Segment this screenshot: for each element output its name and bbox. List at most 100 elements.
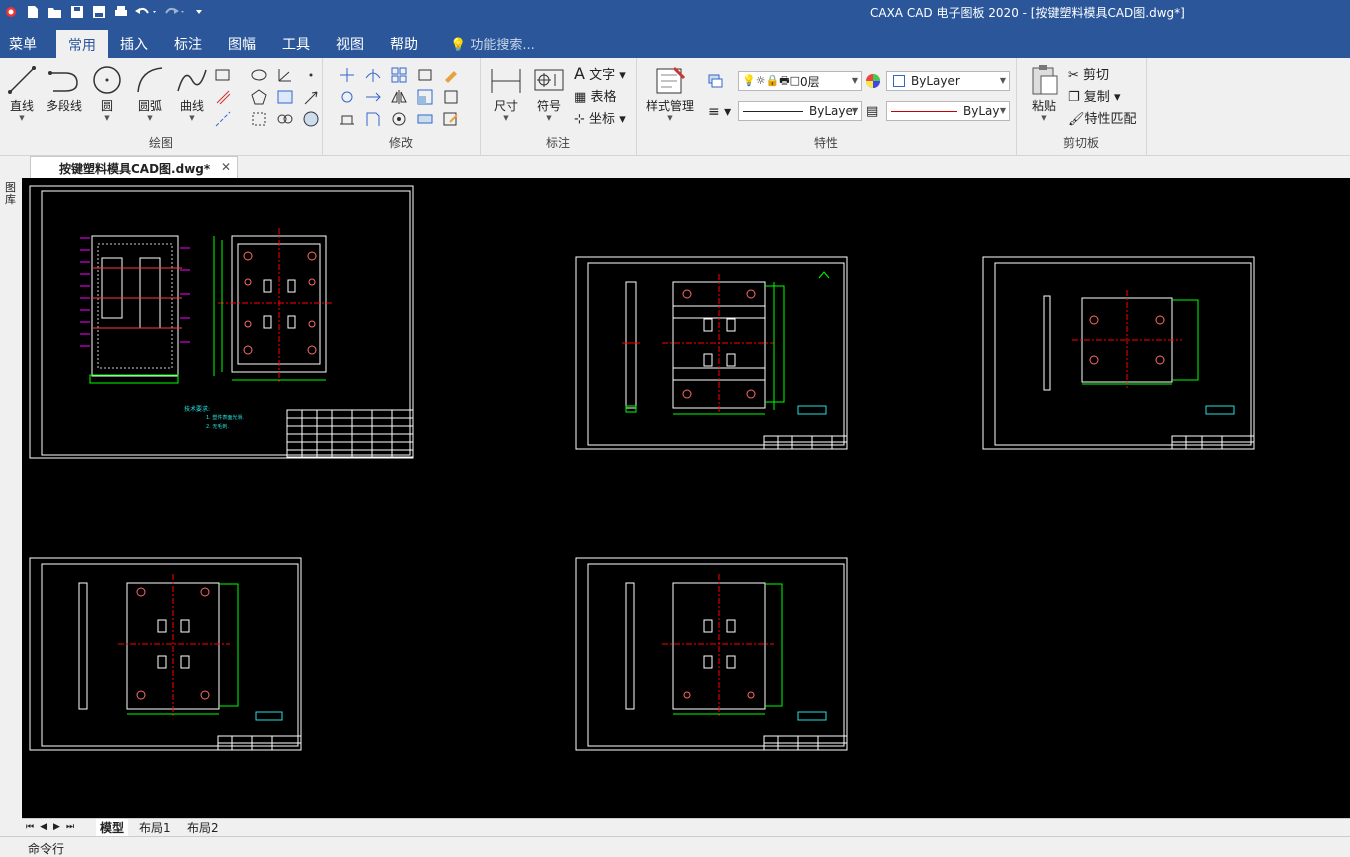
redo-icon[interactable] <box>160 2 188 22</box>
command-line[interactable]: 命令行 <box>0 836 1350 856</box>
color-wheel-icon[interactable] <box>864 72 882 90</box>
color-select[interactable]: ByLayer ▼ <box>886 71 1010 91</box>
open-file-icon[interactable] <box>44 2 66 22</box>
dimension-tool[interactable]: 尺寸 ▼ <box>486 64 526 122</box>
hatch-icon[interactable] <box>276 88 294 106</box>
sheet-3[interactable] <box>982 256 1255 450</box>
customize-qat-icon[interactable] <box>188 2 210 22</box>
feature-search[interactable]: 💡 功能搜索... <box>450 34 535 53</box>
move-icon[interactable] <box>338 66 356 84</box>
sheet-2[interactable] <box>575 256 848 450</box>
symbol-label: 符号 <box>536 99 561 113</box>
match-properties-button[interactable]: 🖌特性匹配 <box>1068 108 1137 127</box>
linetype-select[interactable]: ByLayer ▼ <box>738 101 862 121</box>
dimension-label: 尺寸 <box>493 99 518 113</box>
offset-icon[interactable] <box>390 110 408 128</box>
erase-icon[interactable] <box>442 66 460 84</box>
stretch-icon[interactable] <box>338 110 356 128</box>
clipboard-group: 粘贴 ▼ ✂ 剪切 ❐ 复制 ▾ 🖌特性匹配 剪切板 <box>1016 58 1147 155</box>
linetype-icon[interactable]: ≡ ▾ <box>708 104 731 120</box>
symbol-tool[interactable]: 符号 ▼ <box>529 64 569 122</box>
mirror-icon[interactable] <box>390 88 408 106</box>
coordinate-tool[interactable]: ⊹ 坐标 ▾ <box>574 108 626 127</box>
point-icon[interactable] <box>302 66 320 84</box>
modify-group: 修改 <box>322 58 481 155</box>
cloud-icon[interactable] <box>276 110 294 128</box>
edit-icon[interactable] <box>442 110 460 128</box>
sheet-4[interactable] <box>29 557 302 751</box>
window-title: CAXA CAD 电子图板 2020 - [按键塑料模具CAD图.dwg*] <box>870 6 1185 20</box>
menu-main[interactable]: 菜单 <box>9 34 37 54</box>
library-tab[interactable]: 图库 <box>5 182 17 206</box>
scissors-icon: ✂ <box>1068 68 1079 83</box>
break-icon[interactable] <box>416 110 434 128</box>
layer-props-icon[interactable] <box>706 72 724 90</box>
copy-button[interactable]: ❐ 复制 ▾ <box>1068 86 1120 105</box>
app-logo-icon[interactable] <box>0 2 22 22</box>
trim-icon[interactable] <box>364 66 382 84</box>
print-icon[interactable] <box>110 2 132 22</box>
document-tab-bar: 按键塑料模具CAD图.dwg* ✕ <box>0 156 1350 178</box>
new-file-icon[interactable] <box>22 2 44 22</box>
tab-sheet[interactable]: 图幅 <box>228 34 256 54</box>
line-tool[interactable]: 直线 ▼ <box>2 64 42 122</box>
cut-button[interactable]: ✂ 剪切 <box>1068 64 1109 83</box>
pointer-line-icon[interactable] <box>302 88 320 106</box>
save-icon[interactable] <box>66 2 88 22</box>
layer-select[interactable]: 💡☼🔒🖶□ 0层 ▼ <box>738 71 862 91</box>
undo-icon[interactable] <box>132 2 160 22</box>
layout-nav-arrows[interactable]: ⏮◀▶⏭ <box>26 822 80 832</box>
close-icon[interactable]: ✕ <box>221 160 231 174</box>
lineweight-icon[interactable]: ▤ <box>866 104 878 119</box>
table-tool[interactable]: ▦ 表格 <box>574 86 616 105</box>
layout-tab-model[interactable]: 模型 <box>96 819 129 836</box>
layout-tab-1[interactable]: 布局1 <box>139 819 171 836</box>
paste-icon <box>1024 64 1064 96</box>
tab-help[interactable]: 帮助 <box>390 34 418 54</box>
angle-line-icon[interactable] <box>276 66 294 84</box>
centerline-icon[interactable] <box>214 110 232 128</box>
ellipse-icon[interactable] <box>250 66 268 84</box>
tab-tools[interactable]: 工具 <box>282 34 310 54</box>
layer-state-icons: 💡☼🔒🖶□ <box>742 73 801 87</box>
tab-home[interactable]: 常用 <box>56 30 108 58</box>
wipeout-icon[interactable] <box>302 110 320 128</box>
paste-tool[interactable]: 粘贴 ▼ <box>1024 64 1064 122</box>
parallel-line-icon[interactable] <box>214 88 232 106</box>
layout-tab-bar: ⏮◀▶⏭ 模型 布局1 布局2 <box>22 818 1350 837</box>
rectangle-icon[interactable] <box>214 66 232 84</box>
copy-icon: ❐ <box>1068 90 1080 105</box>
tab-insert[interactable]: 插入 <box>120 34 148 54</box>
array-icon[interactable] <box>390 66 408 84</box>
polygon-icon[interactable] <box>250 88 268 106</box>
drawing-canvas[interactable]: 技术要求: 1. 塑件表面光滑. 2. 无毛刺. <box>22 178 1350 818</box>
layer-value: 0层 <box>800 74 820 89</box>
rotate-icon[interactable] <box>338 88 356 106</box>
dropdown-arrow-icon: ▼ <box>147 114 153 122</box>
tab-annotate[interactable]: 标注 <box>174 34 202 54</box>
circle-tool[interactable]: 圆 ▼ <box>87 64 127 122</box>
sheet-5[interactable] <box>575 557 848 751</box>
scale-icon[interactable] <box>416 88 434 106</box>
drawing-svg[interactable]: 技术要求: 1. 塑件表面光滑. 2. 无毛刺. <box>22 178 1350 818</box>
explode-icon[interactable] <box>442 88 460 106</box>
document-tab[interactable]: 按键塑料模具CAD图.dwg* ✕ <box>30 156 238 178</box>
sheet-1[interactable]: 技术要求: 1. 塑件表面光滑. 2. 无毛刺. <box>29 185 414 459</box>
chamfer-icon[interactable] <box>364 110 382 128</box>
text-tool[interactable]: A 文字 ▾ <box>574 64 626 83</box>
tech-note-2: 2. 无毛刺. <box>206 423 229 430</box>
layout-tab-2[interactable]: 布局2 <box>187 819 219 836</box>
curve-icon <box>172 64 212 96</box>
block-icon[interactable] <box>250 110 268 128</box>
extend-icon[interactable] <box>364 88 382 106</box>
copy-object-icon[interactable] <box>416 66 434 84</box>
linetype-value: ByLayer <box>809 104 858 118</box>
tab-view[interactable]: 视图 <box>336 34 364 54</box>
style-manager-tool[interactable]: 样式管理 ▼ <box>642 64 698 122</box>
curve-tool[interactable]: 曲线 ▼ <box>172 64 212 122</box>
save-as-icon[interactable] <box>88 2 110 22</box>
lineweight-select[interactable]: ByLay ▼ <box>886 101 1010 121</box>
arc-tool[interactable]: 圆弧 ▼ <box>130 64 170 122</box>
polyline-tool[interactable]: 多段线 <box>44 64 84 114</box>
feature-search-placeholder: 功能搜索... <box>470 38 535 53</box>
